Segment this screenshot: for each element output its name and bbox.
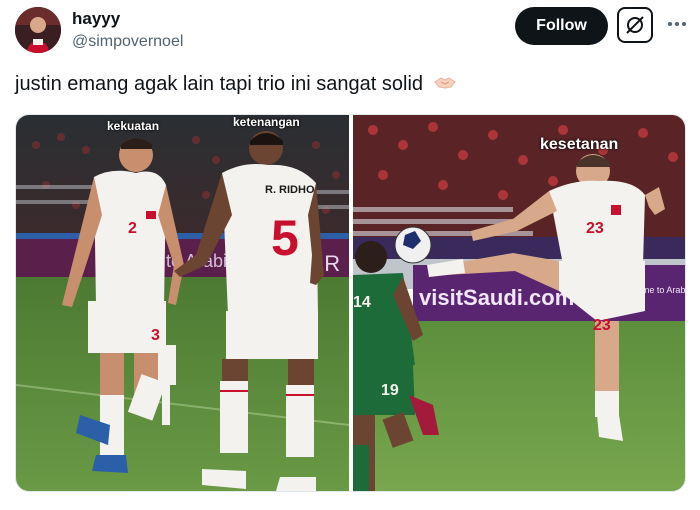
jersey-number-5: 5 bbox=[271, 210, 299, 266]
photo-right-scene: visitSaudi.com Welcome to Arabia 14 19 2… bbox=[353, 115, 685, 491]
opponent-number-14: 14 bbox=[353, 294, 371, 311]
shorts-number-23: 23 bbox=[593, 317, 611, 334]
jersey-number-23: 23 bbox=[586, 220, 604, 237]
shorts-number-3: 3 bbox=[151, 327, 160, 344]
photo-left-scene: to Arabia LR bbox=[16, 115, 350, 491]
grok-icon[interactable] bbox=[617, 7, 653, 43]
avatar[interactable] bbox=[15, 7, 61, 53]
photo-left[interactable]: to Arabia LR bbox=[16, 115, 350, 491]
caption-kekuatan: kekuatan bbox=[107, 119, 160, 133]
caption-kesetanan: kesetanan bbox=[540, 136, 619, 153]
caption-ketenangan: ketenangan bbox=[233, 115, 300, 129]
display-name[interactable]: hayyy bbox=[72, 9, 120, 29]
tweet-media[interactable]: to Arabia LR bbox=[15, 114, 686, 492]
tweet-text-content: justin emang agak lain tapi trio ini san… bbox=[15, 73, 424, 95]
opponent-number-19: 19 bbox=[381, 382, 399, 399]
tweet-header: hayyy @simpovernoel Follow bbox=[0, 0, 700, 60]
board-visitsaudi: visitSaudi.com bbox=[419, 285, 574, 310]
photo-right[interactable]: visitSaudi.com Welcome to Arabia 14 19 2… bbox=[353, 115, 685, 491]
jersey-number-2: 2 bbox=[128, 220, 137, 237]
tweet-text: justin emang agak lain tapi trio ini san… bbox=[15, 73, 457, 99]
handshake-emoji bbox=[433, 73, 457, 99]
more-options-icon[interactable] bbox=[664, 12, 690, 36]
follow-button[interactable]: Follow bbox=[515, 7, 608, 45]
user-handle[interactable]: @simpovernoel bbox=[72, 33, 183, 51]
jersey-name-ridho: R. RIDHO bbox=[265, 184, 315, 196]
